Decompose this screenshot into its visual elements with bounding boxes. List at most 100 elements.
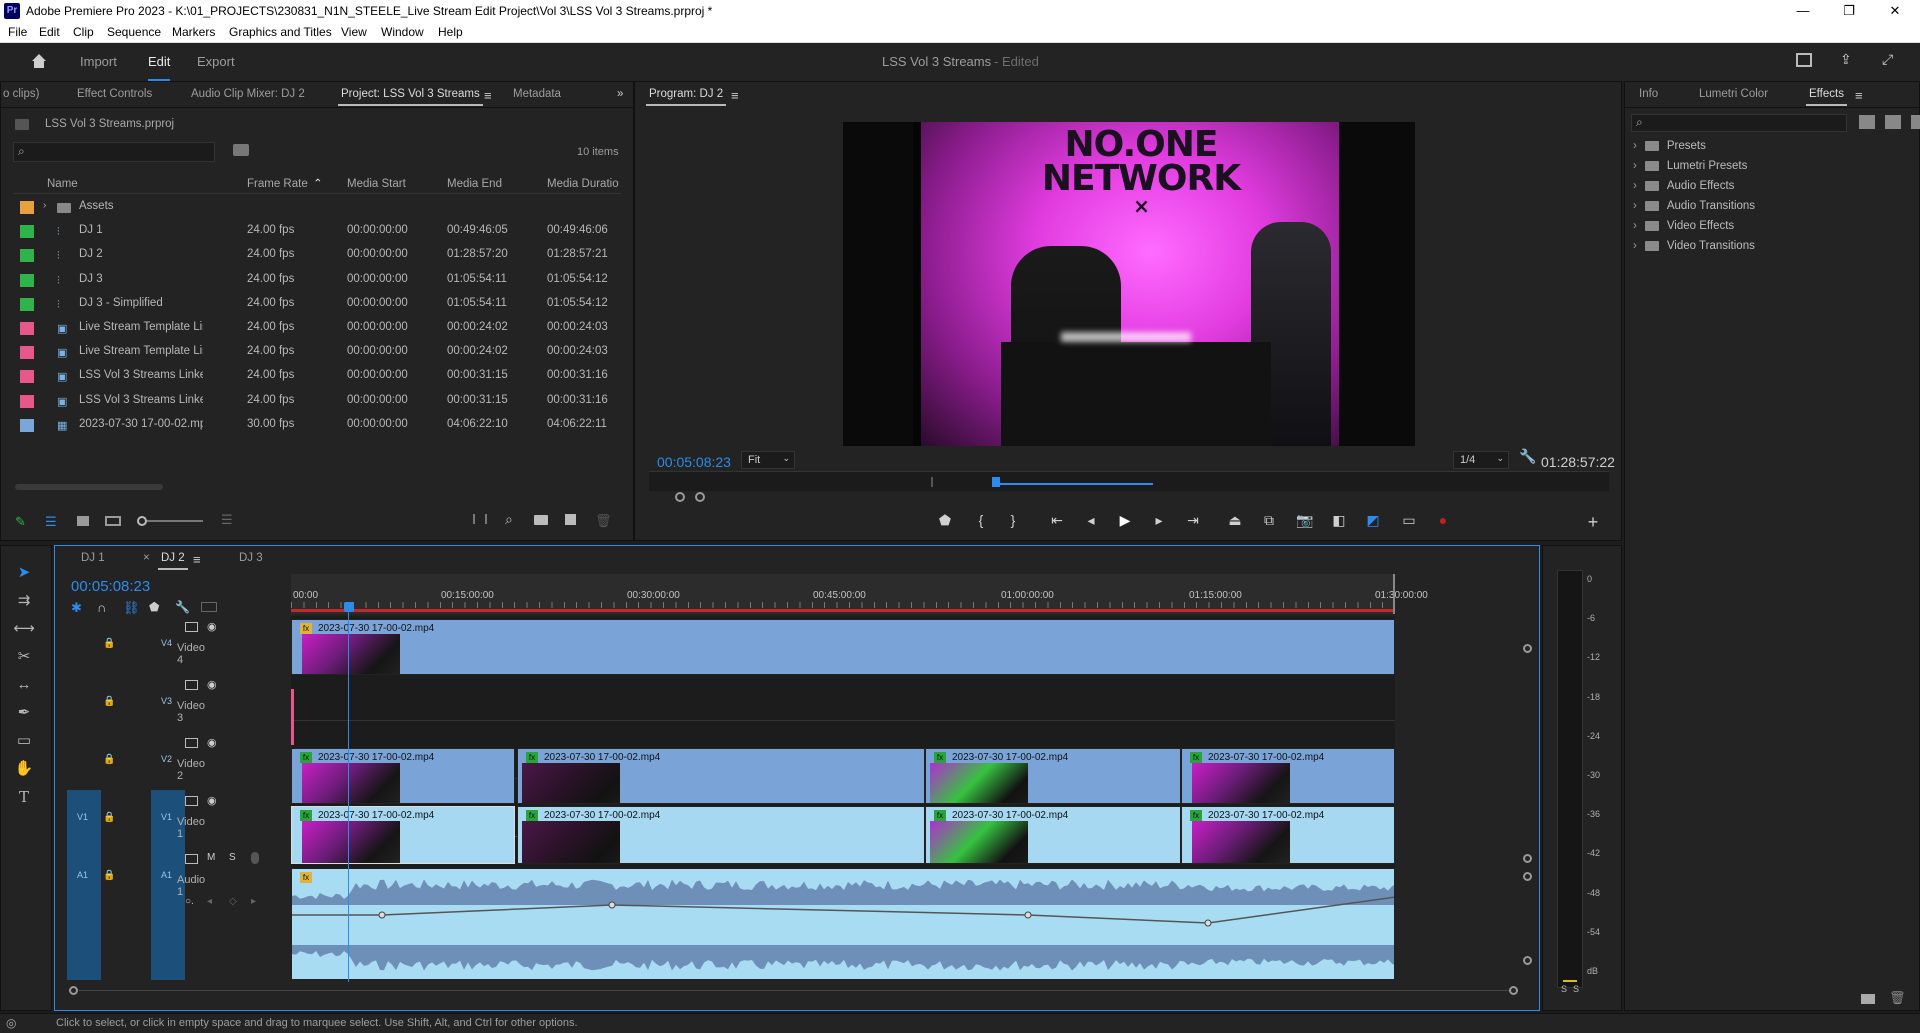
label-color-swatch[interactable]: [20, 297, 34, 311]
linked-selection-icon[interactable]: ⛓: [123, 600, 140, 616]
close-button[interactable]: ✕: [1872, 0, 1918, 22]
new-item-icon[interactable]: [565, 514, 576, 525]
menu-view[interactable]: View: [341, 25, 367, 39]
add-marker-icon[interactable]: ⬟: [149, 600, 159, 614]
label-color-swatch[interactable]: [20, 418, 34, 432]
tab-dj3[interactable]: DJ 3: [239, 552, 263, 564]
more-tabs-icon[interactable]: »: [617, 88, 623, 100]
lock-icon[interactable]: 🔒: [103, 638, 115, 649]
find-icon[interactable]: ⌕: [505, 511, 513, 528]
tab-effect-controls[interactable]: Effect Controls: [77, 88, 152, 100]
label-color-swatch[interactable]: [20, 201, 34, 214]
label-color-swatch[interactable]: [20, 394, 34, 408]
new-bin-from-search-icon[interactable]: [233, 144, 249, 156]
snap-magnet-icon[interactable]: ∩: [97, 600, 106, 615]
sync-lock-icon[interactable]: [185, 796, 198, 806]
program-monitor-title[interactable]: Program: DJ 2: [645, 88, 727, 106]
project-item-row[interactable]: ▣ LSS Vol 3 Streams Linked C 24.00 fps 00:0…: [13, 365, 621, 389]
expand-chevron-icon[interactable]: ›: [1633, 180, 1637, 192]
menu-graphics[interactable]: Graphics and Titles: [229, 25, 332, 39]
32bit-effects-icon[interactable]: [1885, 115, 1901, 129]
effects-folder[interactable]: › Lumetri Presets: [1633, 160, 1747, 180]
expand-chevron-icon[interactable]: ›: [1633, 240, 1637, 252]
automate-to-sequence-icon[interactable]: [473, 514, 487, 524]
effects-menu-icon[interactable]: ≡: [1855, 88, 1863, 103]
tab-effects[interactable]: Effects: [1806, 88, 1847, 106]
project-search-input[interactable]: ⌕: [13, 142, 215, 162]
solo-button[interactable]: S: [229, 852, 236, 863]
icon-view-icon[interactable]: [77, 516, 89, 526]
project-item-row[interactable]: ⫶ DJ 3 24.00 fps 00:00:00:00 01:05:54:11 01:0…: [13, 269, 621, 293]
label-color-swatch[interactable]: [20, 249, 34, 263]
accelerated-effects-icon[interactable]: [1859, 115, 1875, 129]
safe-margins-button[interactable]: ▭: [1399, 512, 1419, 528]
comparison-view-button[interactable]: ◧: [1329, 512, 1349, 528]
label-color-swatch[interactable]: [20, 346, 34, 360]
clip-a1[interactable]: fx: [291, 868, 1395, 980]
expand-chevron-icon[interactable]: ›: [1633, 140, 1637, 152]
label-color-swatch[interactable]: [20, 370, 34, 384]
sort-icons-icon[interactable]: ☰: [221, 512, 233, 528]
nest-toggle-icon[interactable]: ✱: [71, 600, 82, 616]
zoom-handle-left[interactable]: [675, 492, 685, 502]
mark-in-button[interactable]: {: [971, 512, 991, 528]
clip-v1-4[interactable]: fx 2023-07-30 17-00-02.mp4: [1181, 806, 1395, 864]
zoom-range-bar[interactable]: [995, 483, 1153, 485]
sync-lock-icon[interactable]: [185, 854, 198, 864]
tab-dj1[interactable]: DJ 1: [81, 552, 105, 564]
button-editor-plus-icon[interactable]: +: [1583, 512, 1603, 532]
extract-button[interactable]: ⧉: [1259, 512, 1279, 528]
clip-v2-4[interactable]: fx 2023-07-30 17-00-02.mp4: [1181, 748, 1395, 804]
project-item-row[interactable]: › Assets: [13, 196, 621, 220]
eye-icon[interactable]: ◉: [207, 678, 217, 691]
pen-tool-icon[interactable]: ✒: [13, 702, 35, 724]
captions-icon[interactable]: [201, 602, 217, 612]
menu-sequence[interactable]: Sequence: [107, 25, 161, 39]
clip-v1-1[interactable]: fx 2023-07-30 17-00-02.mp4: [291, 806, 515, 864]
menu-help[interactable]: Help: [438, 25, 463, 39]
audio-scroll-handle-top[interactable]: [1523, 872, 1532, 881]
col-media-end[interactable]: Media End: [447, 174, 502, 194]
program-video-frame[interactable]: NO.ONE NETWORK ×: [843, 122, 1415, 446]
step-back-button[interactable]: ◂: [1081, 512, 1101, 528]
freeform-view-icon[interactable]: [105, 516, 121, 526]
timeline-timecode[interactable]: 00:05:08:23: [71, 578, 150, 595]
col-name[interactable]: Name: [47, 174, 78, 194]
menu-edit[interactable]: Edit: [39, 25, 60, 39]
tab-info[interactable]: Info: [1639, 88, 1658, 100]
lock-icon[interactable]: 🔒: [103, 754, 115, 765]
project-item-row[interactable]: ⫶ DJ 1 24.00 fps 00:00:00:00 00:49:46:05 00:4…: [13, 220, 621, 244]
multi-camera-button[interactable]: ◩: [1363, 512, 1383, 528]
expand-chevron-icon[interactable]: ›: [1633, 160, 1637, 172]
play-button[interactable]: ▶: [1115, 512, 1135, 528]
add-keyframe-icon[interactable]: ◇: [229, 896, 237, 907]
clip-v4[interactable]: fx 2023-07-30 17-00-02.mp4: [291, 619, 1395, 675]
new-bin-icon[interactable]: [534, 515, 548, 525]
clip-v2-3[interactable]: fx 2023-07-30 17-00-02.mp4: [925, 748, 1181, 804]
prev-keyframe-icon[interactable]: ◂: [207, 896, 212, 907]
expand-chevron-icon[interactable]: ›: [43, 200, 46, 211]
timeline-playhead-line[interactable]: [348, 612, 349, 982]
add-marker-button[interactable]: ⬟: [935, 512, 955, 528]
effects-folder[interactable]: › Video Effects: [1633, 220, 1734, 240]
clip-v1-2[interactable]: fx 2023-07-30 17-00-02.mp4: [517, 806, 925, 864]
rectangle-tool-icon[interactable]: ▭: [13, 730, 35, 752]
pencil-icon[interactable]: ✎: [15, 514, 26, 530]
record-button[interactable]: ●: [1433, 512, 1453, 528]
selection-tool-icon[interactable]: ➤: [13, 562, 35, 584]
track-target-a1[interactable]: [151, 848, 185, 980]
eye-icon[interactable]: ◉: [207, 620, 217, 633]
type-tool-icon[interactable]: T: [13, 786, 35, 808]
vertical-scroll-handle-top[interactable]: [1523, 644, 1532, 653]
audio-scroll-handle-bottom[interactable]: [1523, 956, 1532, 965]
horizontal-scroll-track[interactable]: [79, 990, 1509, 991]
hand-tool-icon[interactable]: ✋: [13, 758, 35, 780]
minimize-button[interactable]: —: [1780, 0, 1826, 22]
trash-icon[interactable]: 🗑: [595, 513, 612, 529]
timeline-playhead-handle[interactable]: [344, 602, 354, 612]
resolution-dropdown[interactable]: 1/4 ⌄: [1453, 451, 1509, 469]
maximize-button[interactable]: ❐: [1826, 0, 1872, 22]
timeline-menu-icon[interactable]: ≡: [193, 552, 201, 567]
slip-tool-icon[interactable]: ↔: [13, 674, 35, 696]
expand-chevron-icon[interactable]: ›: [1633, 200, 1637, 212]
